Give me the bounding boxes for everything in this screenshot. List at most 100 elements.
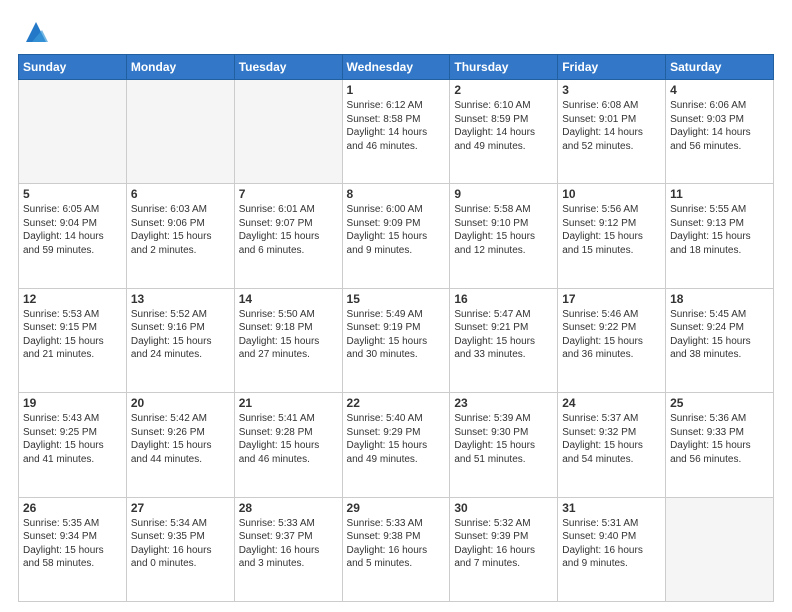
calendar-cell: 20Sunrise: 5:42 AM Sunset: 9:26 PM Dayli… — [126, 393, 234, 497]
calendar-cell: 26Sunrise: 5:35 AM Sunset: 9:34 PM Dayli… — [19, 497, 127, 601]
day-info: Sunrise: 5:52 AM Sunset: 9:16 PM Dayligh… — [131, 308, 230, 362]
day-number: 29 — [347, 501, 446, 515]
day-number: 15 — [347, 292, 446, 306]
day-number: 12 — [23, 292, 122, 306]
calendar-cell: 10 Sunrise: 5:56 AM Sunset: 9:12 PM Dayli… — [558, 184, 666, 288]
day-info: Sunrise: 6:01 AM Sunset: 9:07 PM Dayligh… — [239, 203, 338, 257]
day-number: 10 — [562, 187, 661, 201]
day-info: Sunrise: 5:46 AM Sunset: 9:22 PM Dayligh… — [562, 308, 661, 362]
calendar-cell: 22 Sunrise: 5:40 AM Sunset: 9:29 PM Dayli… — [342, 393, 450, 497]
day-number: 14 — [239, 292, 338, 306]
day-number: 23 — [454, 396, 553, 410]
calendar-cell: 21Sunrise: 5:41 AM Sunset: 9:28 PM Dayli… — [234, 393, 342, 497]
day-number: 22 — [347, 396, 446, 410]
day-number: 8 — [347, 187, 446, 201]
day-number: 3 — [562, 83, 661, 97]
day-number: 24 — [562, 396, 661, 410]
day-number: 17 — [562, 292, 661, 306]
weekday-header-thursday: Thursday — [450, 55, 558, 80]
calendar-cell: 31 Sunrise: 5:31 AM Sunset: 9:40 PM Dayli… — [558, 497, 666, 601]
day-info: Sunrise: 5:31 AM Sunset: 9:40 PM Dayligh… — [562, 517, 661, 571]
day-number: 30 — [454, 501, 553, 515]
day-info: Sunrise: 5:55 AM Sunset: 9:13 PM Dayligh… — [670, 203, 769, 257]
day-info: Sunrise: 5:33 AM Sunset: 9:37 PM Dayligh… — [239, 517, 338, 571]
weekday-header-sunday: Sunday — [19, 55, 127, 80]
calendar-cell: 7 Sunrise: 6:01 AM Sunset: 9:07 PM Daylig… — [234, 184, 342, 288]
weekday-header-monday: Monday — [126, 55, 234, 80]
calendar-cell: 14 Sunrise: 5:50 AM Sunset: 9:18 PM Dayli… — [234, 288, 342, 392]
day-info: Sunrise: 6:06 AM Sunset: 9:03 PM Dayligh… — [670, 99, 769, 153]
day-number: 11 — [670, 187, 769, 201]
calendar-cell: 24 Sunrise: 5:37 AM Sunset: 9:32 PM Dayli… — [558, 393, 666, 497]
calendar: SundayMondayTuesdayWednesdayThursdayFrid… — [18, 54, 774, 602]
week-row-2: 5Sunrise: 6:05 AM Sunset: 9:04 PM Daylig… — [19, 184, 774, 288]
calendar-cell — [666, 497, 774, 601]
calendar-cell: 3 Sunrise: 6:08 AM Sunset: 9:01 PM Daylig… — [558, 80, 666, 184]
day-info: Sunrise: 5:37 AM Sunset: 9:32 PM Dayligh… — [562, 412, 661, 466]
day-number: 13 — [131, 292, 230, 306]
weekday-header-wednesday: Wednesday — [342, 55, 450, 80]
weekday-header-tuesday: Tuesday — [234, 55, 342, 80]
day-number: 28 — [239, 501, 338, 515]
day-info: Sunrise: 6:12 AM Sunset: 8:58 PM Dayligh… — [347, 99, 446, 153]
day-number: 9 — [454, 187, 553, 201]
day-info: Sunrise: 6:10 AM Sunset: 8:59 PM Dayligh… — [454, 99, 553, 153]
calendar-cell: 16Sunrise: 5:47 AM Sunset: 9:21 PM Dayli… — [450, 288, 558, 392]
calendar-cell: 5Sunrise: 6:05 AM Sunset: 9:04 PM Daylig… — [19, 184, 127, 288]
weekday-header-saturday: Saturday — [666, 55, 774, 80]
day-number: 7 — [239, 187, 338, 201]
calendar-cell — [19, 80, 127, 184]
day-info: Sunrise: 5:40 AM Sunset: 9:29 PM Dayligh… — [347, 412, 446, 466]
calendar-cell: 2 Sunrise: 6:10 AM Sunset: 8:59 PM Daylig… — [450, 80, 558, 184]
day-info: Sunrise: 5:58 AM Sunset: 9:10 PM Dayligh… — [454, 203, 553, 257]
day-number: 20 — [131, 396, 230, 410]
calendar-cell: 11 Sunrise: 5:55 AM Sunset: 9:13 PM Dayli… — [666, 184, 774, 288]
calendar-cell: 30Sunrise: 5:32 AM Sunset: 9:39 PM Dayli… — [450, 497, 558, 601]
day-info: Sunrise: 5:36 AM Sunset: 9:33 PM Dayligh… — [670, 412, 769, 466]
day-info: Sunrise: 5:41 AM Sunset: 9:28 PM Dayligh… — [239, 412, 338, 466]
day-info: Sunrise: 5:56 AM Sunset: 9:12 PM Dayligh… — [562, 203, 661, 257]
calendar-cell: 8 Sunrise: 6:00 AM Sunset: 9:09 PM Daylig… — [342, 184, 450, 288]
calendar-cell: 27Sunrise: 5:34 AM Sunset: 9:35 PM Dayli… — [126, 497, 234, 601]
day-number: 18 — [670, 292, 769, 306]
day-number: 25 — [670, 396, 769, 410]
day-number: 27 — [131, 501, 230, 515]
day-info: Sunrise: 5:50 AM Sunset: 9:18 PM Dayligh… — [239, 308, 338, 362]
day-info: Sunrise: 6:00 AM Sunset: 9:09 PM Dayligh… — [347, 203, 446, 257]
calendar-cell: 4Sunrise: 6:06 AM Sunset: 9:03 PM Daylig… — [666, 80, 774, 184]
weekday-header-row: SundayMondayTuesdayWednesdayThursdayFrid… — [19, 55, 774, 80]
calendar-cell — [126, 80, 234, 184]
calendar-cell: 15 Sunrise: 5:49 AM Sunset: 9:19 PM Dayli… — [342, 288, 450, 392]
calendar-cell: 13 Sunrise: 5:52 AM Sunset: 9:16 PM Dayli… — [126, 288, 234, 392]
day-info: Sunrise: 5:35 AM Sunset: 9:34 PM Dayligh… — [23, 517, 122, 571]
calendar-cell: 12 Sunrise: 5:53 AM Sunset: 9:15 PM Dayli… — [19, 288, 127, 392]
day-info: Sunrise: 5:49 AM Sunset: 9:19 PM Dayligh… — [347, 308, 446, 362]
calendar-cell: 19 Sunrise: 5:43 AM Sunset: 9:25 PM Dayli… — [19, 393, 127, 497]
day-number: 19 — [23, 396, 122, 410]
week-row-4: 19 Sunrise: 5:43 AM Sunset: 9:25 PM Dayli… — [19, 393, 774, 497]
day-number: 2 — [454, 83, 553, 97]
day-info: Sunrise: 5:43 AM Sunset: 9:25 PM Dayligh… — [23, 412, 122, 466]
week-row-5: 26Sunrise: 5:35 AM Sunset: 9:34 PM Dayli… — [19, 497, 774, 601]
logo-icon — [22, 18, 50, 46]
calendar-cell: 23 Sunrise: 5:39 AM Sunset: 9:30 PM Dayli… — [450, 393, 558, 497]
header — [18, 18, 774, 46]
calendar-cell: 1 Sunrise: 6:12 AM Sunset: 8:58 PM Daylig… — [342, 80, 450, 184]
day-number: 31 — [562, 501, 661, 515]
day-info: Sunrise: 6:03 AM Sunset: 9:06 PM Dayligh… — [131, 203, 230, 257]
day-info: Sunrise: 5:45 AM Sunset: 9:24 PM Dayligh… — [670, 308, 769, 362]
calendar-cell: 6 Sunrise: 6:03 AM Sunset: 9:06 PM Daylig… — [126, 184, 234, 288]
day-info: Sunrise: 5:33 AM Sunset: 9:38 PM Dayligh… — [347, 517, 446, 571]
calendar-cell: 17 Sunrise: 5:46 AM Sunset: 9:22 PM Dayli… — [558, 288, 666, 392]
calendar-cell — [234, 80, 342, 184]
weekday-header-friday: Friday — [558, 55, 666, 80]
day-number: 1 — [347, 83, 446, 97]
day-info: Sunrise: 5:39 AM Sunset: 9:30 PM Dayligh… — [454, 412, 553, 466]
calendar-cell: 9 Sunrise: 5:58 AM Sunset: 9:10 PM Daylig… — [450, 184, 558, 288]
page: SundayMondayTuesdayWednesdayThursdayFrid… — [0, 0, 792, 612]
day-info: Sunrise: 5:47 AM Sunset: 9:21 PM Dayligh… — [454, 308, 553, 362]
day-info: Sunrise: 6:08 AM Sunset: 9:01 PM Dayligh… — [562, 99, 661, 153]
day-info: Sunrise: 5:53 AM Sunset: 9:15 PM Dayligh… — [23, 308, 122, 362]
calendar-cell: 18 Sunrise: 5:45 AM Sunset: 9:24 PM Dayli… — [666, 288, 774, 392]
day-number: 6 — [131, 187, 230, 201]
